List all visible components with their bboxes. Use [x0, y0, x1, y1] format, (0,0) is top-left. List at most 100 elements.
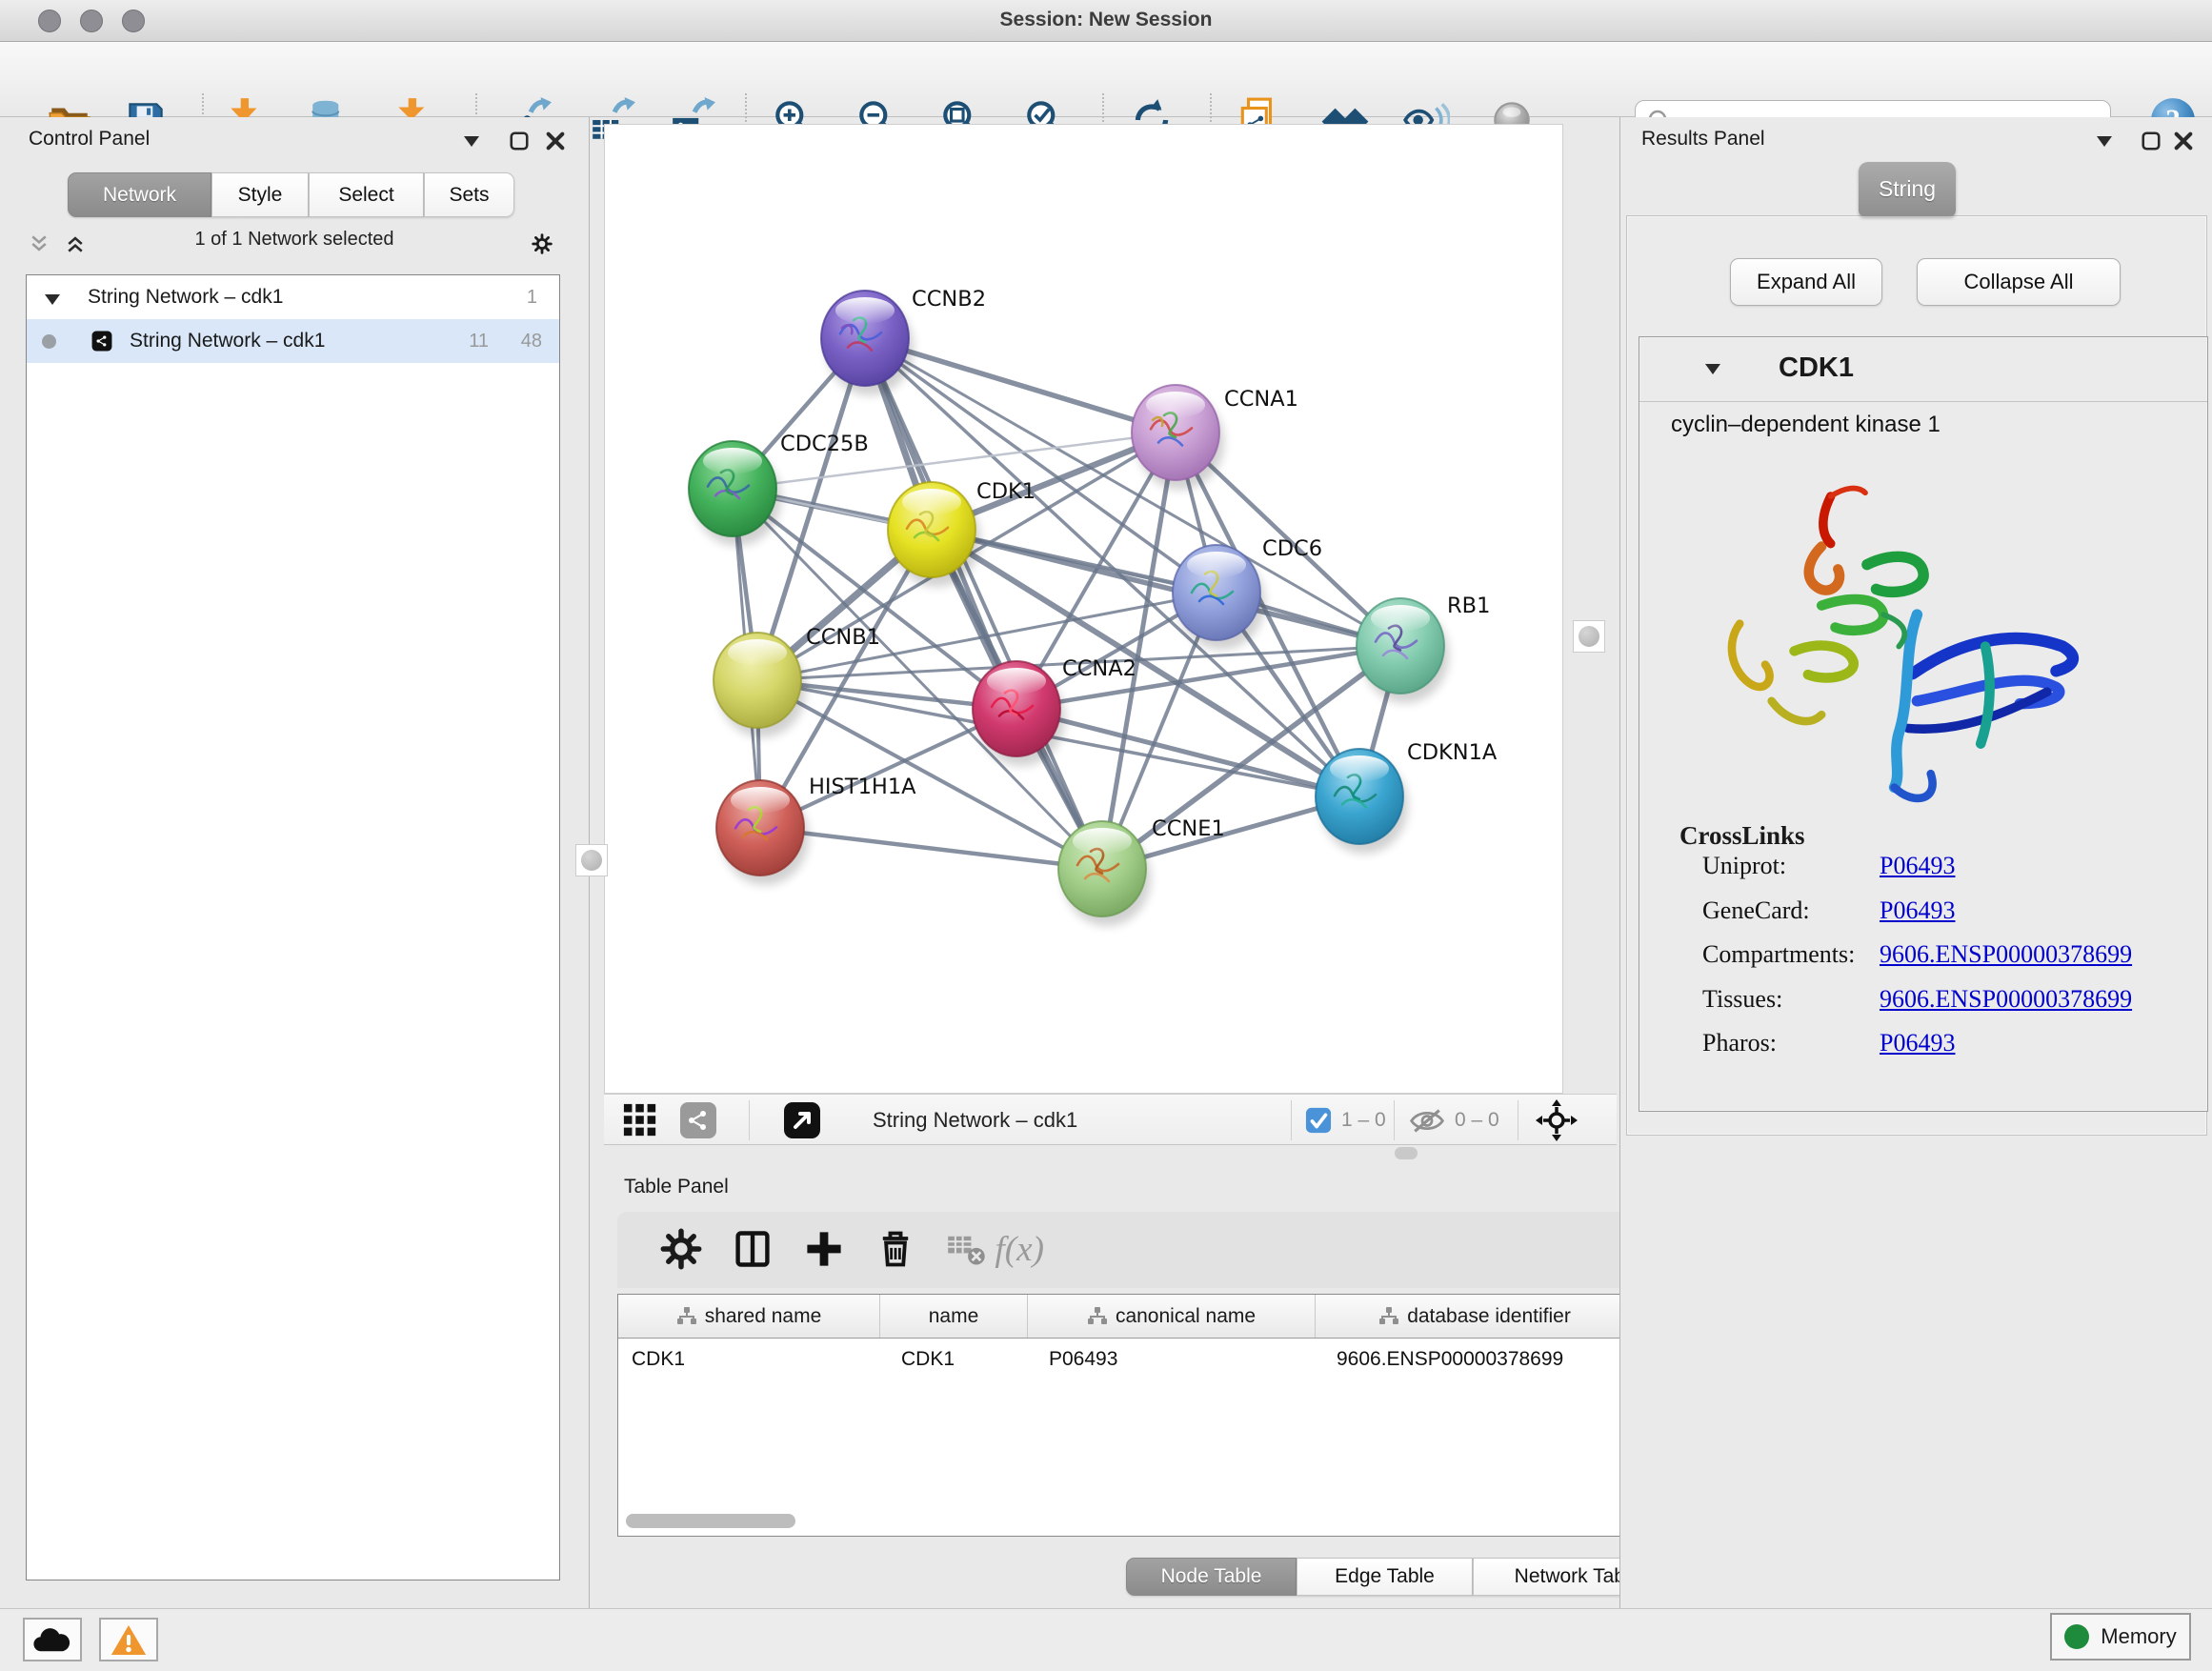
column-header-canonical-name[interactable]: canonical name [1028, 1295, 1316, 1338]
network-edge-HIST1H1A-CCNE1[interactable] [760, 828, 1102, 869]
add-column-button[interactable] [798, 1225, 850, 1277]
collapse-all-button[interactable]: Collapse All [1917, 258, 2121, 306]
share-icon [679, 1101, 717, 1139]
network-node-CDKN1A[interactable] [1316, 749, 1408, 854]
column-header-name[interactable]: name [880, 1295, 1028, 1338]
memory-button[interactable]: Memory [2050, 1613, 2191, 1661]
collection-count: 1 [527, 287, 537, 309]
warnings-button[interactable] [99, 1618, 158, 1661]
collection-label: String Network – cdk1 [88, 286, 283, 309]
crosslink-row: Tissues:9606.ENSP00000378699 [1639, 985, 2207, 1029]
node-label-CDC6: CDC6 [1262, 536, 1322, 561]
delete-column-button[interactable] [870, 1225, 921, 1277]
window-title: Session: New Session [0, 9, 2212, 31]
network-node-RB1[interactable] [1357, 598, 1449, 703]
gear-button[interactable] [655, 1225, 707, 1277]
float-panel-icon[interactable] [2139, 129, 2163, 153]
node-label-RB1: RB1 [1447, 594, 1490, 618]
tab-style[interactable]: Style [211, 172, 309, 217]
crosslinks-heading: CrossLinks [1679, 821, 1805, 851]
horizontal-splitter-handle[interactable] [1395, 1147, 1418, 1159]
tab-node-table[interactable]: Node Table [1126, 1558, 1297, 1596]
crosslink-value-link[interactable]: 9606.ENSP00000378699 [1880, 940, 2132, 969]
tab-edge-table[interactable]: Edge Table [1297, 1558, 1473, 1596]
panel-menu-icon[interactable] [459, 129, 484, 153]
status-bar: Memory [0, 1608, 2212, 1671]
network-node-CCNE1[interactable] [1058, 821, 1151, 926]
table-cell: CDK1 [618, 1348, 880, 1371]
cloud-icon [32, 1625, 72, 1654]
network-edge-CDK1-RB1[interactable] [932, 530, 1400, 646]
share-view-button[interactable] [679, 1095, 717, 1146]
hidden-count: 0 – 0 [1455, 1095, 1499, 1146]
function-builder-button: f(x) [998, 1225, 1050, 1277]
crosslink-value-link[interactable]: P06493 [1880, 1029, 1955, 1057]
cloud-button[interactable] [23, 1618, 82, 1661]
string-results-box: Expand All Collapse All CDK1 cyclin–depe… [1626, 215, 2207, 1136]
tab-network[interactable]: Network [68, 172, 211, 217]
network-node-CDC25B[interactable] [689, 441, 781, 546]
table-cell: P06493 [1028, 1348, 1316, 1371]
results-panel: Results Panel String Expand All Collapse… [1619, 117, 2212, 1608]
protein-section: CDK1 cyclin–dependent kinase 1 CrossLink… [1639, 336, 2208, 1112]
panel-menu-icon[interactable] [2092, 129, 2117, 153]
tab-string[interactable]: String [1859, 162, 1956, 216]
selected-checkbox[interactable] [1305, 1095, 1332, 1146]
left-splitter-handle[interactable] [575, 844, 608, 876]
node-label-CCNE1: CCNE1 [1152, 816, 1225, 841]
string-network-badge-icon [88, 327, 116, 355]
add-column-icon [803, 1228, 845, 1275]
tab-select[interactable]: Select [309, 172, 424, 217]
crosslink-row: GeneCard:P06493 [1639, 896, 2207, 940]
fork-icon [1087, 1306, 1108, 1327]
crosslink-label: Pharos: [1702, 1029, 1777, 1057]
hidden-toggle[interactable] [1408, 1095, 1446, 1146]
network-collection-row[interactable]: String Network – cdk1 1 [27, 275, 559, 319]
delete-table-icon [946, 1228, 988, 1275]
network-graph[interactable]: CCNB2CCNA1CDC25BCDK1CDC6RB1CCNB1CCNA2CDK… [605, 125, 1562, 1093]
warning-icon [110, 1622, 148, 1658]
titlebar: Session: New Session [0, 0, 2212, 42]
checkbox-checked-icon [1305, 1107, 1332, 1134]
expand-all-button[interactable]: Expand All [1730, 258, 1882, 306]
table-hscrollbar-thumb[interactable] [626, 1514, 795, 1528]
column-header-shared-name[interactable]: shared name [618, 1295, 880, 1338]
results-panel-title: Results Panel [1641, 128, 1765, 151]
right-splitter-handle[interactable] [1573, 620, 1605, 653]
close-panel-icon[interactable] [2171, 129, 2196, 153]
crosshair-icon [1536, 1099, 1578, 1141]
node-label-CCNB1: CCNB1 [806, 625, 880, 650]
close-panel-icon[interactable] [543, 129, 568, 153]
crosslink-row: Pharos: P06493 [1639, 1029, 2207, 1073]
crosslink-value-link[interactable]: P06493 [1880, 896, 1955, 925]
collection-expander-icon[interactable] [40, 287, 65, 312]
node-label-HIST1H1A: HIST1H1A [809, 775, 916, 799]
eye-off-icon [1408, 1105, 1446, 1137]
network-node-CDK1[interactable] [888, 482, 980, 587]
crosslink-label: Uniprot: [1702, 852, 1786, 880]
network-node-CCNB2[interactable] [821, 291, 914, 395]
memory-status-dot [2064, 1624, 2089, 1649]
node-label-CDC25B: CDC25B [780, 432, 869, 456]
birds-eye-icon [783, 1101, 821, 1139]
columns-button[interactable] [727, 1225, 778, 1277]
protein-section-header[interactable]: CDK1 [1639, 337, 2207, 402]
network-canvas[interactable]: CCNB2CCNA1CDC25BCDK1CDC6RB1CCNB1CCNA2CDK… [604, 124, 1563, 1094]
crosslink-value-link[interactable]: 9606.ENSP00000378699 [1880, 985, 2132, 1014]
crosslink-value-link[interactable]: P06493 [1880, 852, 1955, 880]
node-label-CDK1: CDK1 [976, 479, 1036, 504]
network-node-CCNA1[interactable] [1132, 385, 1224, 490]
main-toolbar: ? [0, 42, 2212, 117]
node-label-CCNB2: CCNB2 [912, 287, 986, 312]
section-expander-icon[interactable] [1700, 356, 1725, 381]
network-options-gear-icon[interactable] [526, 228, 558, 260]
tab-sets[interactable]: Sets [424, 172, 514, 217]
crosslink-row: Uniprot: P06493 [1639, 852, 2207, 896]
grid-view-button[interactable] [622, 1095, 658, 1146]
column-header-database-identifier[interactable]: database identifier [1316, 1295, 1635, 1338]
float-panel-icon[interactable] [507, 129, 532, 153]
birds-eye-toggle[interactable] [783, 1095, 821, 1146]
network-node-HIST1H1A[interactable] [716, 780, 809, 885]
network-row-selected[interactable]: String Network – cdk1 11 48 [27, 319, 559, 363]
fit-content-button[interactable] [1536, 1095, 1578, 1146]
